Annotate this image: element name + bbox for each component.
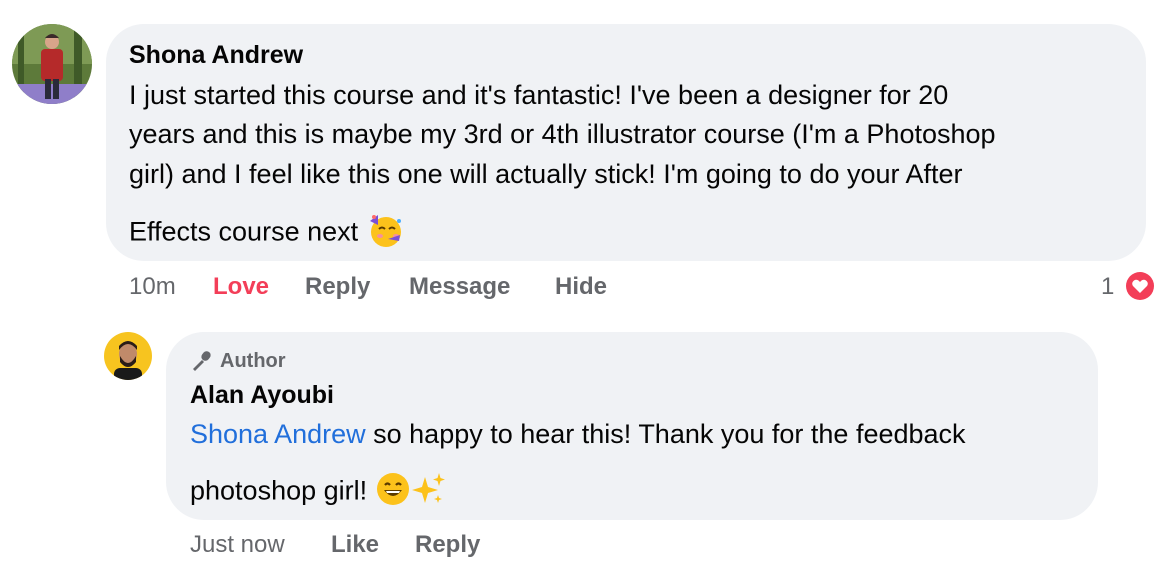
reply-text: photoshop girl! <box>190 475 368 506</box>
message-button[interactable]: Message <box>409 273 510 301</box>
author-badge: Author <box>190 349 286 373</box>
commenter-avatar[interactable] <box>12 24 92 104</box>
comment-author[interactable]: Shona Andrew <box>129 41 303 70</box>
heart-icon[interactable] <box>1123 269 1157 303</box>
comment-timestamp[interactable]: 10m <box>129 273 176 301</box>
sparkles-icon <box>411 471 447 514</box>
author-avatar[interactable] <box>104 332 152 380</box>
comment-text-line: I just started this course and it's fant… <box>129 80 949 110</box>
microphone-icon <box>190 349 216 371</box>
reply-button[interactable]: Reply <box>415 531 480 559</box>
party-face-icon <box>366 211 404 256</box>
reply-button[interactable]: Reply <box>305 273 370 301</box>
reply-author[interactable]: Alan Ayoubi <box>190 381 334 410</box>
grinning-face-icon <box>375 471 411 514</box>
comment-text-line: Effects course next <box>129 216 359 247</box>
love-reaction-button[interactable]: Love <box>213 273 269 301</box>
comment-text-line: years and this is maybe my 3rd or 4th il… <box>129 119 996 149</box>
reply-text: so happy to hear this! Thank you for the… <box>365 419 966 449</box>
reply-timestamp[interactable]: Just now <box>190 531 285 559</box>
reply-text-line: Shona Andrew so happy to hear this! Than… <box>190 419 966 450</box>
author-badge-label: Author <box>220 350 286 372</box>
mention-link[interactable]: Shona Andrew <box>190 419 366 449</box>
comment-text-line-last: Effects course next <box>129 211 404 256</box>
comment-text-line: girl) and I feel like this one will actu… <box>129 159 963 189</box>
reply-text-line: photoshop girl! <box>190 471 447 514</box>
hide-button[interactable]: Hide <box>555 273 607 301</box>
like-button[interactable]: Like <box>331 531 379 559</box>
reaction-count[interactable]: 1 <box>1101 273 1114 301</box>
